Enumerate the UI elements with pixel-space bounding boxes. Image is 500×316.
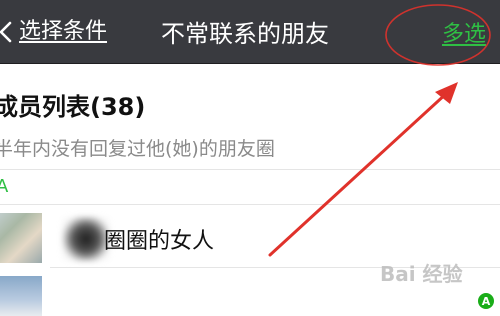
member-list-title: 成员列表(38) <box>0 93 146 121</box>
index-letter-badge[interactable]: A <box>478 293 494 309</box>
back-button-label: 选择条件 <box>19 18 108 44</box>
back-button[interactable]: 选择条件 <box>0 0 107 63</box>
divider <box>0 169 500 170</box>
redaction-blur <box>62 217 110 261</box>
avatar <box>0 213 42 263</box>
multi-select-button[interactable]: 多选 <box>442 0 486 63</box>
contact-name: 圈圈的女人 <box>104 229 215 254</box>
navigation-bar: 选择条件 不常联系的朋友 多选 <box>0 0 500 64</box>
watermark: Bai 经验 <box>380 262 463 286</box>
chevron-left-icon <box>0 21 12 42</box>
page-title: 不常联系的朋友 <box>161 20 329 48</box>
member-list-description: 半年内没有回复过他(她)的朋友圈 <box>0 138 275 160</box>
avatar <box>0 276 42 316</box>
section-header-letter: A <box>0 176 9 197</box>
